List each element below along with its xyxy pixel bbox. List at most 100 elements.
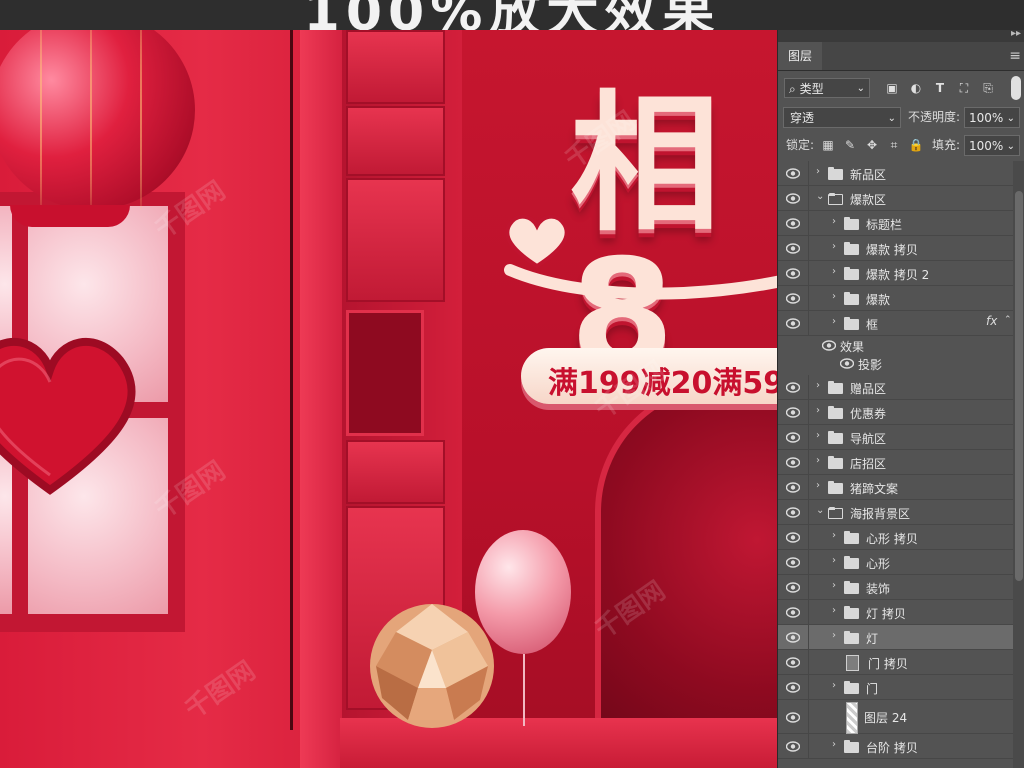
chevron-right-icon[interactable]: ›	[816, 455, 820, 466]
visibility-toggle[interactable]	[778, 475, 809, 499]
visibility-toggle[interactable]	[778, 575, 809, 599]
chevron-down-icon[interactable]: ⌄	[816, 191, 824, 202]
visibility-toggle[interactable]	[778, 675, 809, 699]
collapse-arrows-icon[interactable]: ▸▸	[1011, 30, 1021, 39]
visibility-toggle[interactable]	[778, 525, 809, 549]
chevron-right-icon[interactable]: ›	[832, 216, 836, 227]
fill-input[interactable]: 100% ⌄	[964, 135, 1020, 156]
visibility-toggle[interactable]	[778, 375, 809, 399]
shape-filter-icon[interactable]: ⛶	[956, 80, 972, 96]
layer-row[interactable]: › 门	[778, 675, 1013, 700]
chevron-right-icon[interactable]: ›	[832, 241, 836, 252]
eye-icon[interactable]	[839, 358, 855, 369]
chevron-right-icon[interactable]: ›	[832, 680, 836, 691]
chevron-right-icon[interactable]: ›	[832, 316, 836, 327]
blend-mode-select[interactable]: 穿透 ⌄	[783, 107, 901, 128]
lock-all-icon[interactable]: 🔒	[908, 137, 924, 153]
effect-row[interactable]: 效果	[808, 336, 1013, 354]
lock-artboard-icon[interactable]: ⌗	[886, 137, 902, 153]
chevron-right-icon[interactable]: ›	[832, 291, 836, 302]
layer-row[interactable]: 图层 24	[778, 700, 1013, 734]
chevron-down-icon[interactable]: ⌄	[816, 505, 824, 516]
lock-paint-icon[interactable]: ✎	[842, 137, 858, 153]
layer-name: 爆款 拷贝 2	[866, 267, 930, 282]
layer-row[interactable]: › 赠品区	[778, 375, 1013, 400]
hamburger-icon[interactable]: ≡	[1009, 48, 1021, 64]
layer-row[interactable]: › 台阶 拷贝	[778, 734, 1013, 759]
visibility-toggle[interactable]	[778, 600, 809, 624]
visibility-toggle[interactable]	[778, 236, 809, 260]
visibility-toggle[interactable]	[778, 625, 809, 649]
layers-scrollbar[interactable]	[1013, 161, 1024, 768]
title-swoosh	[504, 264, 777, 300]
image-filter-icon[interactable]: ▣	[884, 80, 900, 96]
layer-row[interactable]: › 猪蹄文案	[778, 475, 1013, 500]
chevron-right-icon[interactable]: ›	[816, 480, 820, 491]
adjustment-filter-icon[interactable]: ◐	[908, 80, 924, 96]
balloon-string	[523, 654, 525, 726]
chevron-right-icon[interactable]: ›	[816, 430, 820, 441]
layer-row[interactable]: › 导航区	[778, 425, 1013, 450]
smart-object-filter-icon[interactable]: ⎘	[980, 80, 996, 96]
visibility-toggle[interactable]	[778, 425, 809, 449]
layer-row[interactable]: › 新品区	[778, 161, 1013, 186]
eye-icon	[785, 632, 801, 643]
filter-kind-select[interactable]: ⌕ 类型 ⌄	[784, 78, 870, 98]
layer-row[interactable]: › 爆款 拷贝	[778, 236, 1013, 261]
chevron-right-icon[interactable]: ›	[816, 380, 820, 391]
layer-row[interactable]: › 心形 拷贝	[778, 525, 1013, 550]
folder-icon	[844, 216, 859, 230]
filter-toggle[interactable]	[1011, 76, 1021, 100]
visibility-toggle[interactable]	[778, 161, 809, 185]
panel-tab-bar: 图层 ≡	[778, 42, 1024, 71]
eye-icon[interactable]	[821, 340, 837, 351]
layer-row[interactable]: › 灯 拷贝	[778, 600, 1013, 625]
chevron-right-icon[interactable]: ›	[832, 739, 836, 750]
chevron-right-icon[interactable]: ›	[832, 605, 836, 616]
chevron-right-icon[interactable]: ›	[816, 166, 820, 177]
poster-canvas[interactable]: 相8 满199减20满599 千图网 千图网 千图网 千图网 千图网 千图网	[0, 30, 777, 768]
chevron-right-icon[interactable]: ›	[832, 630, 836, 641]
chevron-right-icon[interactable]: ›	[832, 555, 836, 566]
effect-row[interactable]: 投影	[808, 354, 1013, 372]
layer-row[interactable]: ⌄ 海报背景区	[778, 500, 1013, 525]
visibility-toggle[interactable]	[778, 286, 809, 310]
layer-row[interactable]: › 标题栏	[778, 211, 1013, 236]
layer-row[interactable]: › 装饰	[778, 575, 1013, 600]
text-filter-icon[interactable]: T	[932, 80, 948, 96]
scroll-thumb[interactable]	[1015, 191, 1023, 581]
tab-layers[interactable]: 图层	[778, 42, 823, 70]
visibility-toggle[interactable]	[778, 450, 809, 474]
layer-row[interactable]: 门 拷贝	[778, 650, 1013, 675]
eye-icon	[785, 382, 801, 393]
layer-row[interactable]: › 优惠券	[778, 400, 1013, 425]
visibility-toggle[interactable]	[778, 400, 809, 424]
visibility-toggle[interactable]	[778, 700, 809, 733]
visibility-toggle[interactable]	[778, 311, 809, 335]
layer-effects-badge[interactable]: fx	[986, 314, 997, 328]
layer-row[interactable]: › 爆款	[778, 286, 1013, 311]
visibility-toggle[interactable]	[778, 650, 809, 674]
chevron-right-icon[interactable]: ›	[832, 530, 836, 541]
lock-move-icon[interactable]: ✥	[864, 137, 880, 153]
visibility-toggle[interactable]	[778, 186, 809, 210]
chevron-right-icon[interactable]: ›	[816, 405, 820, 416]
layer-row[interactable]: › 框 fx ⌃	[778, 311, 1013, 336]
layer-row[interactable]: › 爆款 拷贝 2	[778, 261, 1013, 286]
layer-row[interactable]: › 心形	[778, 550, 1013, 575]
chevron-right-icon[interactable]: ›	[832, 266, 836, 277]
visibility-toggle[interactable]	[778, 550, 809, 574]
folder-icon	[844, 291, 859, 305]
chevron-up-icon[interactable]: ⌃	[1004, 315, 1012, 325]
visibility-toggle[interactable]	[778, 500, 809, 524]
lock-transparent-icon[interactable]: ▦	[820, 137, 836, 153]
layer-row[interactable]: › 店招区	[778, 450, 1013, 475]
visibility-toggle[interactable]	[778, 211, 809, 235]
visibility-toggle[interactable]	[778, 734, 809, 758]
folder-icon	[828, 506, 843, 519]
layer-row[interactable]: › 灯	[778, 625, 1013, 650]
opacity-input[interactable]: 100% ⌄	[964, 107, 1020, 128]
chevron-right-icon[interactable]: ›	[832, 580, 836, 591]
visibility-toggle[interactable]	[778, 261, 809, 285]
layer-row[interactable]: ⌄ 爆款区	[778, 186, 1013, 211]
